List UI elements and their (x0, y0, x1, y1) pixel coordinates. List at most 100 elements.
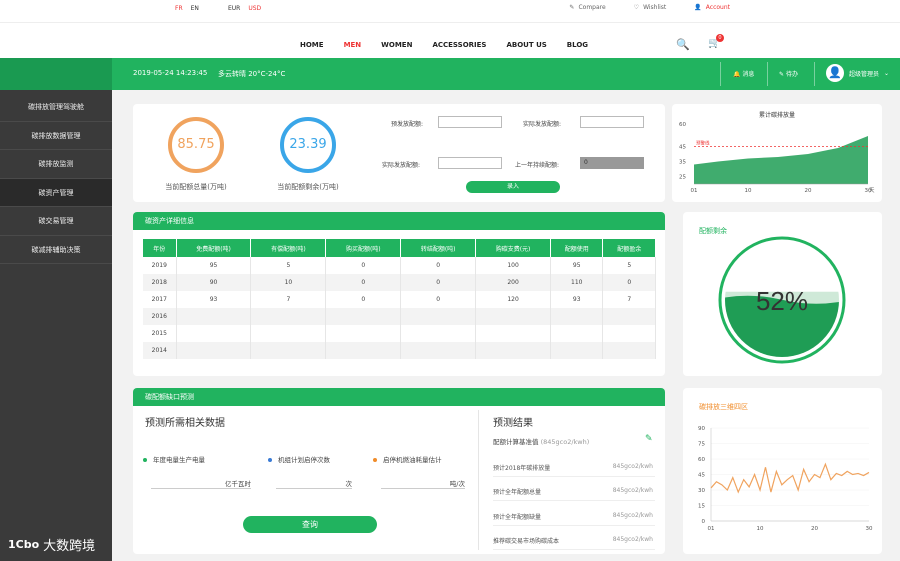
tasks-button[interactable]: ✎ 待办 (779, 69, 798, 78)
y-tick-label: 90 (698, 426, 705, 432)
y-tick-label: 0 (702, 519, 706, 525)
table-header-row: 年份 免费配额(吨) 有偿配额(吨) 购买配额(吨) 转结配额(吨) 购碳支费(… (143, 239, 656, 257)
col-quota-surplus: 配额盈余 (602, 239, 656, 257)
table-cell: 2019 (143, 257, 177, 274)
actual-quota-input[interactable] (580, 116, 644, 128)
previous-quota-label: 上一年持续配额: (515, 162, 560, 169)
y-tick-label: 25 (679, 175, 686, 181)
currency-usd[interactable]: USD (248, 5, 261, 12)
table-cell (475, 308, 551, 325)
result-row: 推荐碳交易市场购碳成本 845gco2/kwh (493, 536, 655, 550)
table-cell (550, 325, 604, 342)
table-cell: 0 (400, 257, 477, 274)
table-cell (400, 308, 477, 325)
col-year: 年份 (143, 239, 177, 257)
chevron-down-icon: ⌄ (884, 69, 890, 77)
x-tick-label: 01 (691, 188, 698, 194)
x-tick-label: 20 (811, 526, 818, 532)
sidebar-item-monitor[interactable]: 碳排放监测 (0, 150, 112, 179)
threshold-label: 预警线 (696, 140, 710, 147)
table-cell: 0 (325, 257, 402, 274)
nav-blog[interactable]: BLOG (567, 41, 588, 49)
table-cell (602, 308, 656, 325)
fuel-input[interactable]: 吨/次 (381, 478, 465, 489)
cart-icon[interactable]: 🛒 0 (708, 34, 724, 49)
currency-eur[interactable]: EUR (228, 5, 240, 12)
chart-title: 累计碳排放量 (759, 111, 795, 119)
sidebar-item-data[interactable]: 碳排放数据管理 (0, 122, 112, 150)
sidebar-item-decision[interactable]: 碳减排辅助决策 (0, 236, 112, 264)
result-row: 预计2018年碳排放量 845gco2/kwh (493, 463, 655, 477)
nav-about-us[interactable]: ABOUT US (506, 41, 546, 49)
datetime: 2019-05-24 14:23:45 (133, 69, 208, 77)
blue-dot-icon (268, 458, 272, 462)
table-cell: 2015 (143, 325, 177, 342)
sidebar: 碳排放管理驾驶舱 碳排放数据管理 碳排放监测 碳资产管理 碳交易管理 碳减排辅助… (0, 90, 112, 561)
sidebar-item-assets[interactable]: 碳资产管理 (0, 178, 112, 207)
y-tick-label: 45 (679, 145, 686, 151)
y-tick-label: 45 (698, 473, 705, 479)
user-menu[interactable]: 👤 超级管理员 ⌄ (826, 64, 889, 82)
heart-icon: ♡ (633, 4, 640, 11)
table-cell: 90 (176, 274, 252, 291)
table-cell: 0 (400, 291, 477, 308)
forecast-result-title: 预测结果 (493, 418, 533, 429)
nav-men[interactable]: MEN (344, 41, 362, 49)
wishlist-link[interactable]: ♡ Wishlist (634, 4, 667, 11)
forecast-item-fuel: 启停机燃油耗量估计 (373, 454, 442, 464)
table-cell (176, 342, 252, 359)
orange-dot-icon (373, 458, 377, 462)
messages-button[interactable]: 🔔 消息 (733, 69, 754, 78)
edit-icon: ✎ (779, 71, 785, 78)
x-tick-label: 30 (866, 526, 873, 532)
details-header: 碳资产详细信息 (133, 212, 665, 230)
forecast-item-power: 年度电量生产电量 (143, 454, 205, 464)
col-carryover-quota: 转结配额(吨) (400, 239, 477, 257)
metrics-card: 85.75 当前配额总量(万吨) 23.39 当前配额剩余(万吨) 预发放配额:… (133, 104, 665, 202)
remaining-quota-gauge: 23.39 (280, 117, 336, 173)
table-cell: 110 (550, 274, 604, 291)
divider (478, 410, 479, 550)
result-row: 预计全年配额总量 845gco2/kwh (493, 487, 655, 501)
col-paid-quota: 有偿配额(吨) (250, 239, 327, 257)
account-link[interactable]: 👤 Account (694, 4, 730, 11)
compare-link[interactable]: ✎ Compare (569, 4, 605, 11)
language-switcher: FR EN (175, 5, 199, 12)
nav-home[interactable]: HOME (300, 41, 324, 49)
table-cell (475, 325, 551, 342)
y-tick-label: 60 (679, 122, 686, 128)
actual-quota-input-2[interactable] (438, 157, 502, 169)
nav-accessories[interactable]: ACCESSORIES (432, 41, 486, 49)
quota-percent: 52% (756, 286, 808, 316)
sidebar-item-trade[interactable]: 碳交易管理 (0, 207, 112, 236)
sidebar-item-cockpit[interactable]: 碳排放管理驾驶舱 (0, 93, 112, 122)
table-cell: 2018 (143, 274, 177, 291)
currency-switcher: EUR USD (228, 5, 261, 12)
green-dot-icon (143, 458, 147, 462)
forecast-input-title: 预测所需相关数据 (145, 418, 225, 429)
lang-en[interactable]: EN (191, 5, 199, 12)
lang-fr[interactable]: FR (175, 5, 183, 12)
edit-icon[interactable]: ✎ (645, 434, 653, 444)
previous-quota-input[interactable]: 0 (580, 157, 644, 169)
remaining-quota-label: 当前配额剩余(万吨) (277, 183, 339, 191)
col-free-quota: 免费配额(吨) (176, 239, 252, 257)
planned-quota-input[interactable] (438, 116, 502, 128)
cumulative-chart: 累计碳排放量25354560预警线01 10 20 30天 (679, 111, 875, 194)
query-button[interactable]: 查询 (243, 516, 377, 533)
nav-women[interactable]: WOMEN (381, 41, 412, 49)
y-tick-label: 75 (698, 442, 705, 448)
col-bought-quota: 购买配额(吨) (325, 239, 402, 257)
table-cell (250, 308, 327, 325)
divider (720, 62, 721, 86)
table-cell (550, 342, 604, 359)
table-cell: 7 (250, 291, 327, 308)
power-input[interactable]: 亿千瓦时 (151, 478, 251, 489)
startstop-input[interactable]: 次 (276, 478, 352, 489)
search-icon[interactable]: 🔍 (676, 38, 690, 51)
table-row: 2018 90 10 0 0 200 110 0 (143, 274, 656, 291)
top-links: ✎ Compare ♡ Wishlist 👤 Account (569, 4, 730, 11)
divider (767, 62, 768, 86)
actual-quota-label: 实际发放配额: (523, 121, 562, 128)
submit-button[interactable]: 录入 (466, 181, 560, 193)
